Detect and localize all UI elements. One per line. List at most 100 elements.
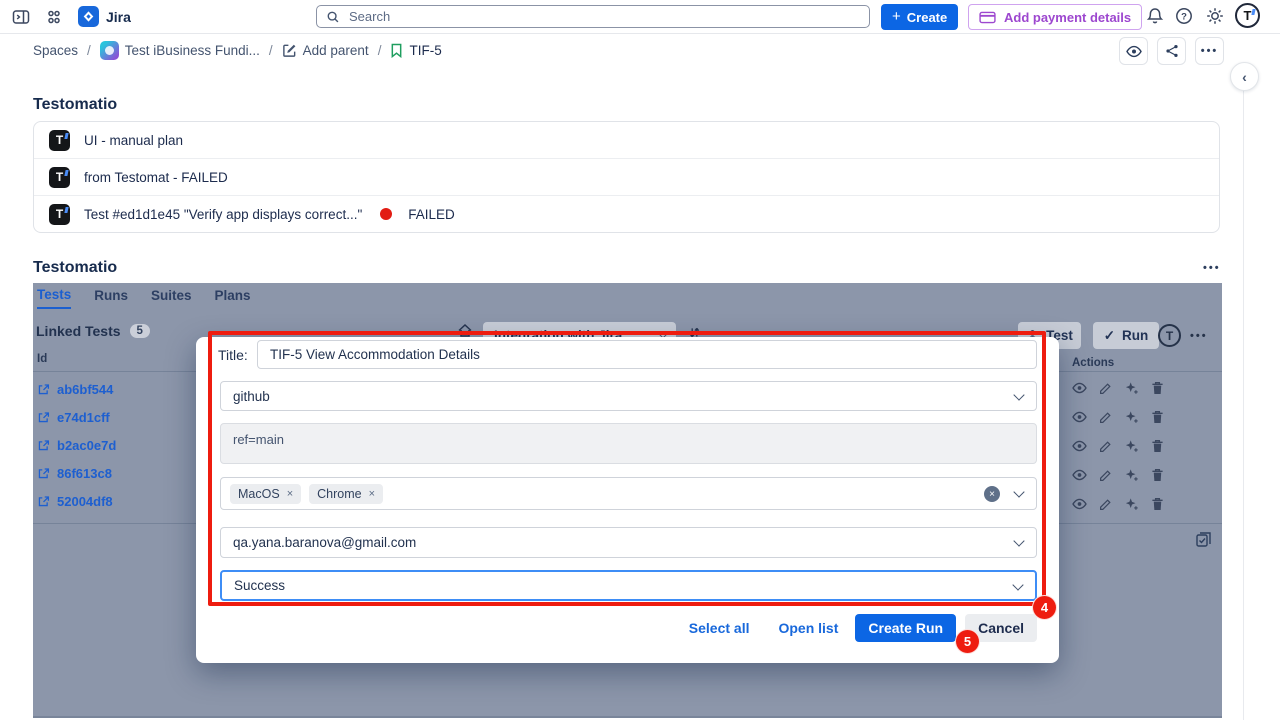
create-run-button[interactable]: Create Run — [855, 614, 956, 642]
assignee-select[interactable]: qa.yana.baranova@gmail.com — [220, 527, 1037, 558]
delete-trash-icon[interactable] — [1150, 410, 1165, 424]
view-eye-icon[interactable] — [1072, 497, 1087, 511]
chevron-down-icon — [1013, 535, 1024, 546]
edit-pencil-icon[interactable] — [1098, 497, 1113, 511]
section-title-testomatio-2: Testomatio — [33, 259, 117, 277]
ai-sparkles-icon[interactable] — [1124, 468, 1139, 482]
widget-more-button[interactable]: ••• — [1203, 262, 1221, 274]
annotation-step-4: 4 — [1032, 595, 1057, 620]
view-eye-icon[interactable] — [1072, 468, 1087, 482]
select-all-link[interactable]: Select all — [689, 620, 750, 636]
tag-chip[interactable]: Chrome × — [309, 484, 383, 504]
edit-pencil-icon[interactable] — [1098, 439, 1113, 453]
plus-icon: + — [892, 8, 901, 25]
edit-icon — [282, 43, 297, 58]
status-select[interactable]: Success — [220, 570, 1037, 601]
edit-pencil-icon[interactable] — [1098, 381, 1113, 395]
env-textarea[interactable]: ref=main — [220, 423, 1037, 464]
delete-trash-icon[interactable] — [1150, 381, 1165, 395]
test-id-link[interactable]: ab6bf544 — [37, 382, 113, 397]
actions-column-header: Actions — [1072, 357, 1114, 369]
svg-text:?: ? — [1181, 11, 1187, 22]
test-link-label: from Testomat - FAILED — [84, 170, 228, 185]
sidebar-toggle-icon[interactable] — [12, 9, 30, 25]
app-switcher-icon[interactable] — [46, 9, 62, 25]
clear-all-tags-icon[interactable]: × — [984, 486, 1000, 502]
jira-logo-icon — [78, 6, 99, 27]
tab-suites[interactable]: Suites — [151, 288, 192, 308]
global-search[interactable] — [316, 5, 870, 28]
edit-pencil-icon[interactable] — [1098, 410, 1113, 424]
delete-trash-icon[interactable] — [1150, 439, 1165, 453]
right-panel-divider — [1243, 67, 1244, 720]
create-button[interactable]: + Create — [881, 4, 958, 30]
runner-select[interactable]: github — [220, 381, 1037, 411]
testomatio-icon: T — [49, 130, 70, 151]
test-link-item[interactable]: T UI - manual plan — [34, 122, 1219, 158]
collapse-panel-button[interactable]: ‹ — [1230, 62, 1259, 91]
testomatio-links-card: T UI - manual plan T from Testomat - FAI… — [33, 121, 1220, 233]
testomatio-icon: T — [49, 167, 70, 188]
open-list-link[interactable]: Open list — [778, 620, 838, 636]
remove-tag-icon[interactable]: × — [369, 488, 375, 500]
test-id-link[interactable]: 86f613c8 — [37, 466, 112, 481]
tag-chip[interactable]: MacOS × — [230, 484, 301, 504]
ai-sparkles-icon[interactable] — [1124, 381, 1139, 395]
test-id-link[interactable]: 52004df8 — [37, 494, 113, 509]
tab-tests[interactable]: Tests — [37, 287, 71, 309]
share-button[interactable] — [1157, 37, 1186, 65]
breadcrumb-separator: / — [87, 43, 91, 58]
remove-tag-icon[interactable]: × — [287, 488, 293, 500]
breadcrumb-project[interactable]: Test iBusiness Fundi... — [100, 41, 260, 60]
ai-sparkles-icon[interactable] — [1124, 410, 1139, 424]
delete-trash-icon[interactable] — [1150, 497, 1165, 511]
test-id-link[interactable]: e74d1cff — [37, 410, 110, 425]
add-payment-details-button[interactable]: Add payment details — [968, 4, 1142, 30]
ellipsis-icon: ••• — [1201, 45, 1219, 57]
chevron-down-icon — [1013, 389, 1024, 400]
testomatio-avatar-letter: T — [1244, 9, 1252, 22]
more-actions-button[interactable]: ••• — [1195, 37, 1224, 65]
linked-tests-count-badge: 5 — [130, 324, 150, 338]
breadcrumb-separator: / — [378, 43, 382, 58]
test-link-item[interactable]: T Test #ed1d1e45 "Verify app displays co… — [34, 195, 1219, 232]
chevron-down-icon — [1012, 579, 1023, 590]
failed-status-dot-icon — [380, 208, 392, 220]
test-link-label: Test #ed1d1e45 "Verify app displays corr… — [84, 207, 362, 222]
tags-multiselect[interactable]: MacOS × Chrome × × — [220, 477, 1037, 510]
settings-gear-icon[interactable] — [1206, 7, 1224, 25]
row-actions — [1072, 410, 1165, 424]
tab-runs[interactable]: Runs — [94, 288, 128, 308]
create-run-modal: Title: github ref=main MacOS × Chrome × … — [196, 337, 1059, 663]
view-eye-icon[interactable] — [1072, 381, 1087, 395]
view-eye-icon[interactable] — [1072, 410, 1087, 424]
tab-plans[interactable]: Plans — [215, 288, 251, 308]
run-title-input[interactable] — [257, 340, 1037, 369]
ai-sparkles-icon[interactable] — [1124, 497, 1139, 511]
home-icon[interactable] — [457, 323, 473, 338]
watch-eye-button[interactable] — [1119, 37, 1148, 65]
breadcrumb-spaces[interactable]: Spaces — [33, 43, 78, 58]
report-checklist-icon[interactable] — [1195, 531, 1212, 548]
row-actions — [1072, 468, 1165, 482]
breadcrumb-add-parent[interactable]: Add parent — [282, 43, 369, 58]
view-eye-icon[interactable] — [1072, 439, 1087, 453]
test-link-item[interactable]: T from Testomat - FAILED — [34, 158, 1219, 195]
search-input[interactable] — [347, 8, 860, 25]
delete-trash-icon[interactable] — [1150, 468, 1165, 482]
user-avatar[interactable]: T — [1235, 3, 1260, 28]
jira-logo[interactable]: Jira — [78, 6, 131, 27]
linked-tests-heading: Linked Tests 5 — [36, 323, 150, 339]
bookmark-icon — [390, 43, 403, 58]
test-id-link[interactable]: b2ac0e7d — [37, 438, 116, 453]
ai-sparkles-icon[interactable] — [1124, 439, 1139, 453]
widget-tabs: Tests Runs Suites Plans — [37, 283, 251, 313]
notifications-bell-icon[interactable] — [1146, 7, 1164, 25]
testomatio-logo-button[interactable]: T — [1158, 324, 1181, 347]
run-button[interactable]: ✓ Run — [1093, 322, 1159, 349]
toolbar-more-button[interactable]: ••• — [1190, 330, 1208, 342]
check-icon: ✓ — [1104, 328, 1115, 344]
breadcrumb-current-page[interactable]: TIF-5 — [390, 43, 441, 58]
edit-pencil-icon[interactable] — [1098, 468, 1113, 482]
help-icon[interactable]: ? — [1175, 7, 1193, 25]
